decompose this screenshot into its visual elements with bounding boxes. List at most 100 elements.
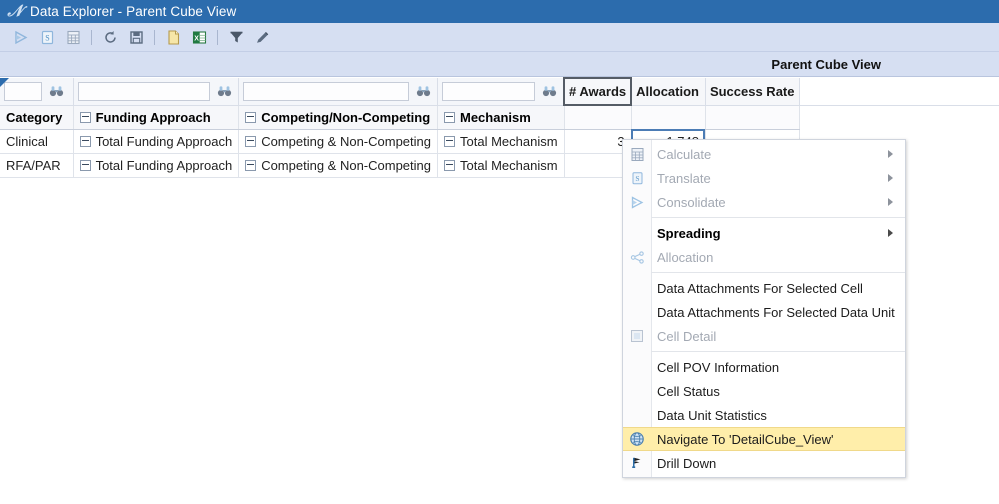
cell-category-value: RFA/PAR	[6, 157, 61, 173]
binoculars-icon[interactable]	[413, 85, 433, 97]
menu-separator	[651, 217, 905, 218]
calculate-icon	[623, 142, 651, 166]
measure-header-allocation[interactable]: Allocation	[631, 78, 706, 106]
save-icon[interactable]	[123, 25, 149, 49]
dimension-header-category-label: Category	[6, 109, 63, 125]
grid-corner-marker	[0, 78, 9, 87]
menu-item-data-unit-statistics[interactable]: Data Unit Statistics	[623, 403, 905, 427]
binoculars-icon[interactable]	[539, 85, 559, 97]
header-blank-awards	[564, 105, 632, 130]
cell-category-value: Clinical	[6, 133, 48, 149]
filter-input-mechanism[interactable]	[442, 81, 536, 101]
collapse-icon[interactable]	[79, 159, 91, 171]
export-excel-icon[interactable]: X	[186, 25, 212, 49]
menu-item-cell-pov-information[interactable]: Cell POV Information	[623, 355, 905, 379]
toolbar-separator	[154, 29, 155, 45]
menu-item-allocation-label: Allocation	[657, 249, 714, 265]
cell-competing-value: Competing & Non-Competing	[261, 157, 431, 173]
cell-mechanism-value: Total Mechanism	[460, 133, 558, 149]
filter-cell-category[interactable]	[0, 78, 74, 106]
cell-competing[interactable]: Competing & Non-Competing	[238, 153, 438, 178]
filter-row: # Awards Allocation Success Rate	[0, 77, 999, 106]
menu-separator	[651, 272, 905, 273]
data-attachments-unit-icon-placeholder	[623, 300, 651, 324]
refresh-icon[interactable]	[97, 25, 123, 49]
binoculars-icon[interactable]	[214, 85, 234, 97]
header-blank-success-rate	[705, 105, 800, 130]
menu-separator	[651, 351, 905, 352]
menu-item-navigate-to-detailcube-view[interactable]: Navigate To 'DetailCube_View'	[623, 427, 905, 451]
dimension-header-mechanism-label: Mechanism	[460, 109, 531, 125]
menu-item-data-attachments-selected-data-unit[interactable]: Data Attachments For Selected Data Unit	[623, 300, 905, 324]
measure-header-allocation-label: Allocation	[636, 83, 699, 99]
cell-mechanism[interactable]: Total Mechanism	[437, 129, 565, 154]
menu-item-translate[interactable]: S Translate	[623, 166, 905, 190]
dimension-header-competing[interactable]: Competing/Non-Competing	[238, 105, 438, 130]
filter-cell-funding-approach[interactable]	[73, 78, 240, 106]
menu-item-spreading-label: Spreading	[657, 225, 721, 241]
menu-item-cell-detail[interactable]: Cell Detail	[623, 324, 905, 348]
measure-header-success-rate-label: Success Rate	[709, 83, 795, 99]
collapse-icon[interactable]	[245, 135, 257, 147]
menu-item-cell-pov-information-label: Cell POV Information	[657, 359, 780, 375]
cell-category[interactable]: Clinical	[0, 129, 74, 154]
cell-funding-approach[interactable]: Total Funding Approach	[73, 153, 240, 178]
dimension-header-category[interactable]: Category	[0, 105, 74, 130]
calculate-icon[interactable]	[60, 25, 86, 49]
cell-mechanism[interactable]: Total Mechanism	[437, 153, 565, 178]
export-document-icon[interactable]	[160, 25, 186, 49]
menu-item-spreading[interactable]: Spreading	[623, 221, 905, 245]
menu-item-navigate-to-detailcube-view-label: Navigate To 'DetailCube_View'	[657, 431, 834, 447]
cell-mechanism-value: Total Mechanism	[460, 157, 558, 173]
window-title: Data Explorer - Parent Cube View	[30, 4, 237, 19]
binoculars-icon[interactable]	[46, 85, 66, 97]
collapse-icon[interactable]	[444, 111, 455, 123]
filter-input-competing[interactable]	[243, 81, 409, 101]
cell-category[interactable]: RFA/PAR	[0, 153, 74, 178]
cell-context-menu: Calculate S Translate Consolidate Spread…	[622, 139, 906, 478]
dimension-header-funding-approach-label: Funding Approach	[95, 109, 211, 125]
view-caption: Parent Cube View	[771, 56, 881, 72]
cell-funding-approach-value: Total Funding Approach	[95, 133, 233, 149]
menu-item-translate-label: Translate	[657, 170, 711, 186]
collapse-icon[interactable]	[79, 135, 91, 147]
filter-cell-mechanism[interactable]	[437, 78, 565, 106]
svg-text:X: X	[194, 35, 199, 42]
dimension-header-competing-label: Competing/Non-Competing	[261, 109, 431, 125]
filter-cell-competing[interactable]	[238, 78, 438, 106]
menu-item-allocation[interactable]: Allocation	[623, 245, 905, 269]
collapse-icon[interactable]	[79, 111, 91, 123]
cell-competing[interactable]: Competing & Non-Competing	[238, 129, 438, 154]
cell-funding-approach[interactable]: Total Funding Approach	[73, 129, 240, 154]
filter-input-funding-approach[interactable]	[77, 81, 211, 101]
collapse-icon[interactable]	[245, 159, 257, 171]
collapse-icon[interactable]	[245, 111, 257, 123]
allocation-icon	[623, 245, 651, 269]
menu-item-consolidate[interactable]: Consolidate	[623, 190, 905, 214]
view-caption-band: Parent Cube View	[0, 52, 999, 77]
cell-detail-icon	[623, 324, 651, 348]
filter-input-category[interactable]	[4, 81, 42, 101]
dimension-header-funding-approach[interactable]: Funding Approach	[73, 105, 240, 130]
app-logo-icon: 𝒩	[7, 2, 23, 20]
translate-icon[interactable]: S	[34, 25, 60, 49]
measure-header-awards-label: # Awards	[569, 84, 627, 99]
menu-item-data-attachments-selected-cell[interactable]: Data Attachments For Selected Cell	[623, 276, 905, 300]
consolidate-icon[interactable]	[8, 25, 34, 49]
translate-icon: S	[623, 166, 651, 190]
menu-item-calculate[interactable]: Calculate	[623, 142, 905, 166]
spreading-icon-placeholder	[623, 221, 651, 245]
collapse-icon[interactable]	[444, 135, 455, 147]
measure-header-success-rate[interactable]: Success Rate	[705, 78, 800, 106]
edit-pencil-icon[interactable]	[249, 25, 275, 49]
data-attachments-cell-icon-placeholder	[623, 276, 651, 300]
dimension-header-mechanism[interactable]: Mechanism	[437, 105, 565, 130]
filter-icon[interactable]	[223, 25, 249, 49]
collapse-icon[interactable]	[444, 159, 455, 171]
menu-item-drill-down[interactable]: Drill Down	[623, 451, 905, 475]
menu-item-cell-status[interactable]: Cell Status	[623, 379, 905, 403]
data-unit-statistics-icon-placeholder	[623, 403, 651, 427]
measure-header-awards[interactable]: # Awards	[563, 77, 633, 106]
chevron-right-icon	[881, 229, 905, 237]
chevron-right-icon	[881, 174, 905, 182]
